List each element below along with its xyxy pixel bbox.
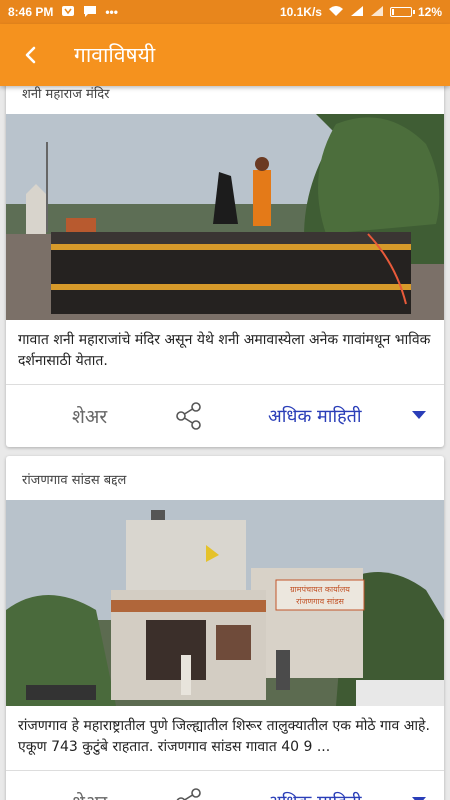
card-image[interactable] <box>6 114 444 320</box>
card-title: शनी महाराज मंदिर <box>22 87 110 102</box>
more-info-link[interactable]: अधिक माहिती <box>268 404 362 428</box>
sign-text-top: ग्रामपंचायत कार्यालय <box>290 584 350 594</box>
card-actions: शेअर अधिक माहिती <box>6 771 444 800</box>
sign-text-bottom: रांजणगाव सांडस <box>296 597 344 606</box>
battery-icon <box>389 7 415 17</box>
feed[interactable]: शनी महाराज मंदिर गावात शनी महाराजांचे मं… <box>0 86 450 800</box>
arrow-left-icon <box>25 46 36 64</box>
status-time: 8:46 PM <box>8 5 54 19</box>
app-notification-icon <box>61 4 75 21</box>
status-bar: 8:46 PM ••• 10.1K/s 12% <box>0 0 450 24</box>
network-speed: 10.1K/s <box>279 5 322 19</box>
expand-arrow-icon[interactable] <box>412 411 426 419</box>
battery-percent: 12% <box>417 5 442 19</box>
back-button[interactable] <box>0 24 62 86</box>
card-description: रांजणगाव हे महाराष्ट्रातील पुणे जिल्ह्या… <box>18 718 430 755</box>
info-card: रांजणगाव सांडस बद्दल ग्रामपंचायत कार्याल… <box>6 456 444 800</box>
card-image[interactable]: ग्रामपंचायत कार्यालय रांजणगाव सांडस <box>6 500 444 706</box>
share-button[interactable]: शेअर <box>72 789 107 800</box>
card-actions: शेअर अधिक माहिती <box>6 385 444 447</box>
wifi-icon <box>328 5 344 20</box>
page-title: गावाविषयी <box>74 43 156 67</box>
sms-icon <box>83 4 97 21</box>
more-notifications-icon: ••• <box>105 5 118 19</box>
info-card: शनी महाराज मंदिर गावात शनी महाराजांचे मं… <box>6 86 444 447</box>
card-description: गावात शनी महाराजांचे मंदिर असून येथे शनी… <box>18 332 431 369</box>
share-button[interactable]: शेअर <box>72 403 107 429</box>
app-bar: गावाविषयी <box>0 24 450 86</box>
share-icon[interactable] <box>174 401 204 435</box>
more-info-link[interactable]: अधिक माहिती <box>268 790 362 800</box>
share-icon[interactable] <box>174 787 204 800</box>
card-title: रांजणगाव सांडस बद्दल <box>22 473 127 488</box>
signal-icon <box>370 5 384 20</box>
sim-signal-icon <box>350 5 364 20</box>
